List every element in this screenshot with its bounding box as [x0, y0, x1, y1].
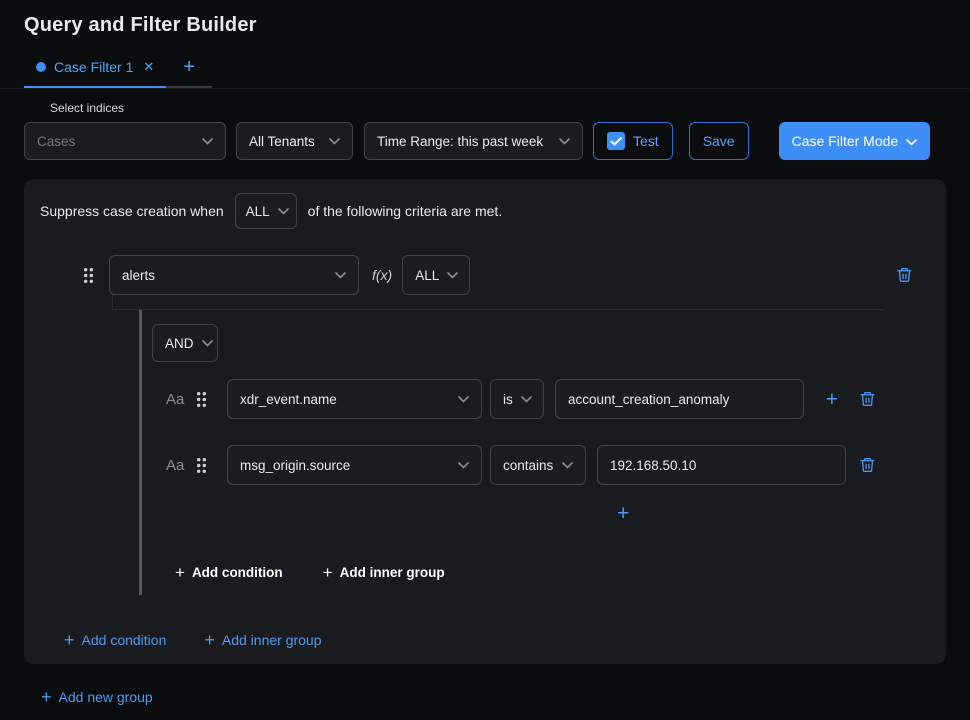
tenants-select[interactable]: All Tenants: [236, 122, 353, 160]
inner-condition-group: AND Aa xdr_event.name is: [139, 310, 882, 595]
suppress-prefix-text: Suppress case creation when: [40, 203, 224, 219]
add-new-group-label: Add new group: [59, 689, 153, 705]
tenants-value: All Tenants: [249, 134, 315, 149]
condition-operator-select[interactable]: contains: [490, 445, 586, 485]
indices-select[interactable]: Cases: [24, 122, 226, 160]
chevron-down-icon: [278, 208, 289, 215]
plus-icon: +: [323, 564, 333, 581]
suppress-suffix-text: of the following criteria are met.: [308, 203, 503, 219]
add-value-icon[interactable]: +: [826, 389, 838, 410]
indices-placeholder: Cases: [37, 134, 75, 149]
suppress-rule-row: Suppress case creation when ALL of the f…: [40, 193, 930, 229]
delete-condition-button[interactable]: [859, 456, 876, 474]
chevron-down-icon: [202, 340, 213, 347]
add-inner-group-button[interactable]: + Add inner group: [323, 564, 445, 581]
plus-icon: +: [175, 564, 185, 581]
chevron-down-icon: [458, 462, 469, 469]
group-row: alerts f(x) ALL: [40, 255, 930, 295]
tab-label: Case Filter 1: [54, 59, 133, 75]
condition-value-input[interactable]: [597, 445, 846, 485]
logic-operator-select[interactable]: AND: [152, 324, 218, 362]
chevron-down-icon: [521, 396, 532, 403]
condition-row: Aa xdr_event.name is +: [152, 379, 882, 419]
delete-condition-button[interactable]: [859, 390, 876, 408]
chevron-down-icon: [906, 133, 917, 149]
time-range-value: Time Range: this past week: [377, 134, 543, 149]
drag-handle-icon[interactable]: [196, 457, 207, 474]
mode-label: Case Filter Mode: [792, 133, 899, 149]
chevron-down-icon: [335, 272, 346, 279]
tab-close-icon[interactable]: ✕: [143, 59, 154, 75]
add-condition-button[interactable]: + Add condition: [175, 564, 283, 581]
condition-field-select[interactable]: xdr_event.name: [227, 379, 482, 419]
add-condition-label: Add condition: [82, 632, 167, 648]
group-connector-line: [112, 295, 113, 309]
logic-operator-value: AND: [165, 336, 194, 351]
add-inner-group-button[interactable]: + Add inner group: [204, 631, 321, 649]
add-value-icon[interactable]: +: [617, 503, 637, 524]
plus-icon: +: [41, 688, 52, 706]
test-icon: [607, 132, 625, 150]
condition-value-input[interactable]: [555, 379, 804, 419]
toolbar: Select indices Cases All Tenants Time Ra…: [0, 101, 970, 160]
chevron-down-icon: [447, 272, 458, 279]
group-source-select[interactable]: alerts: [109, 255, 359, 295]
filter-builder-panel: Suppress case creation when ALL of the f…: [24, 179, 946, 664]
add-condition-button[interactable]: + Add condition: [64, 631, 166, 649]
chevron-down-icon: [458, 396, 469, 403]
page-footer: + Add new group: [41, 688, 970, 706]
inner-group-actions: + Add condition + Add inner group: [175, 564, 882, 581]
page-title: Query and Filter Builder: [0, 0, 970, 37]
case-filter-mode-button[interactable]: Case Filter Mode: [779, 122, 930, 160]
chevron-down-icon: [562, 462, 573, 469]
chevron-down-icon: [559, 138, 570, 145]
condition-operator-value: contains: [503, 458, 553, 473]
fx-label: f(x): [372, 267, 392, 283]
case-sensitivity-toggle[interactable]: Aa: [166, 391, 196, 408]
select-indices-label: Select indices: [50, 101, 946, 115]
time-range-select[interactable]: Time Range: this past week: [364, 122, 583, 160]
suppress-operator-select[interactable]: ALL: [235, 193, 297, 229]
case-sensitivity-toggle[interactable]: Aa: [166, 457, 196, 474]
add-condition-label: Add condition: [192, 565, 283, 580]
drag-handle-icon[interactable]: [196, 391, 207, 408]
add-tab-button[interactable]: +: [166, 57, 212, 88]
save-label: Save: [703, 133, 735, 149]
drag-handle-icon[interactable]: [83, 267, 94, 284]
add-inner-group-label: Add inner group: [222, 632, 322, 648]
suppress-operator-value: ALL: [246, 204, 270, 219]
group-actions: + Add condition + Add inner group: [64, 631, 930, 649]
chevron-down-icon: [202, 138, 213, 145]
chevron-down-icon: [329, 138, 340, 145]
group-operator-value: ALL: [415, 268, 439, 283]
plus-icon: +: [204, 631, 215, 649]
condition-field-value: xdr_event.name: [240, 392, 337, 407]
delete-group-button[interactable]: [896, 266, 913, 284]
test-button[interactable]: Test: [593, 122, 673, 160]
plus-icon: +: [64, 631, 75, 649]
add-inner-group-label: Add inner group: [340, 565, 445, 580]
condition-field-select[interactable]: msg_origin.source: [227, 445, 482, 485]
tab-active-dot-icon: [36, 62, 46, 72]
condition-operator-value: is: [503, 392, 513, 407]
group-operator-select[interactable]: ALL: [402, 255, 470, 295]
condition-row: Aa msg_origin.source contains: [152, 445, 882, 485]
tab-bar: Case Filter 1 ✕ +: [0, 57, 970, 89]
condition-field-value: msg_origin.source: [240, 458, 350, 473]
group-source-value: alerts: [122, 268, 155, 283]
add-new-group-button[interactable]: + Add new group: [41, 688, 970, 706]
test-label: Test: [633, 133, 659, 149]
save-button[interactable]: Save: [689, 122, 749, 160]
condition-operator-select[interactable]: is: [490, 379, 544, 419]
tab-case-filter-1[interactable]: Case Filter 1 ✕: [24, 59, 166, 88]
